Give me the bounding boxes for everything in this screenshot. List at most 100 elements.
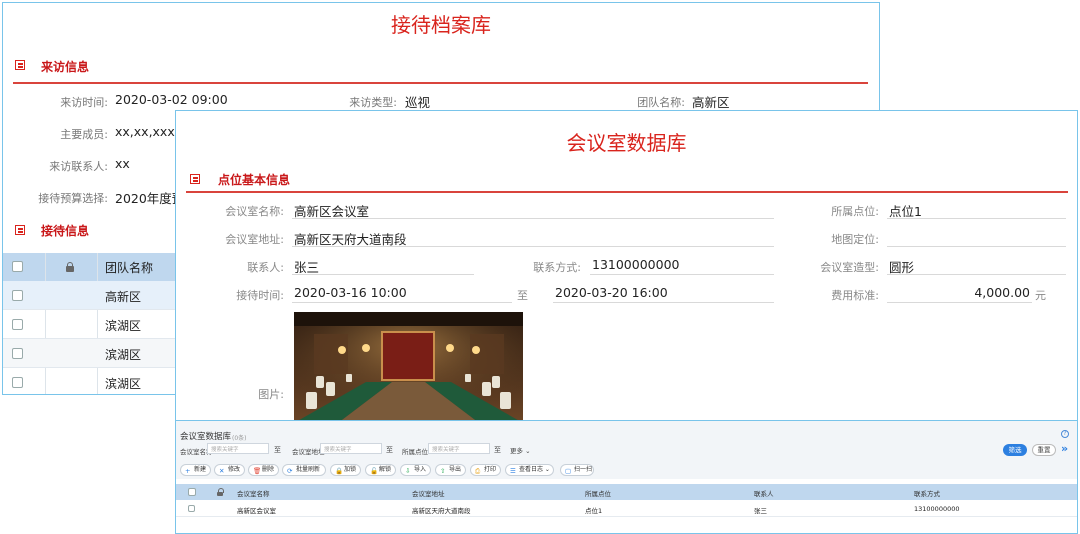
contact-phone-value[interactable]: 13100000000 [592,257,679,272]
plus-icon: + [185,467,191,475]
contact-person-label: 联系人: [247,261,284,274]
filter-location-input[interactable]: 搜索关键字 [428,443,490,454]
section-divider [186,191,1068,193]
members-value[interactable]: xx,xx,xxxx [115,124,182,139]
list-table-header: 会议室名称 会议室地址 所属点位 联系人 联系方式 [176,484,1077,500]
column-header-location[interactable]: 所属点位 [585,488,611,498]
filter-room-name-input[interactable]: 搜索关键字 [207,443,269,454]
table-row[interactable]: 滨湖区 [3,310,183,339]
field-underline [887,246,1066,247]
filter-location-label: 所属点位 [402,448,428,456]
field-underline [292,246,774,247]
reception-section-title: 接待信息 [41,224,90,238]
table-row[interactable]: 高新区 [3,281,183,310]
log-icon: ☰ [510,467,516,475]
help-icon[interactable]: ? [1061,430,1069,438]
table-row[interactable]: 滨湖区 [3,339,183,368]
members-label: 主要成员: [60,128,108,141]
budget-value[interactable]: 2020年度预 [115,188,184,207]
print-button[interactable]: ⎙ 打印 [470,464,501,476]
import-button[interactable]: ⇩ 导入 [400,464,431,476]
budget-label: 接待预算选择: [38,192,108,205]
location-label: 所属点位: [831,205,879,218]
filter-to-label: 至 [386,446,393,454]
visit-time-value[interactable]: 2020-03-02 09:00 [115,92,228,107]
visit-type-label: 来访类型: [349,96,397,109]
column-header-room-address[interactable]: 会议室地址 [412,488,445,498]
fee-unit: 元 [1035,289,1046,302]
column-header-phone[interactable]: 联系方式 [914,488,940,498]
cell-contact: 张三 [754,507,767,515]
reset-button[interactable]: 重置 [1032,444,1056,456]
edit-button[interactable]: ✕ 修改 [214,464,245,476]
fee-value[interactable]: 4,000.00 [889,285,1030,300]
unlock-button[interactable]: 🔓 解锁 [365,464,396,476]
contact-phone-label: 联系方式: [533,261,581,274]
visit-time-label: 来访时间: [60,96,108,109]
team-name-column-header[interactable]: 团队名称 [105,259,153,276]
import-icon: ⇩ [405,467,411,475]
visit-type-value[interactable]: 巡视 [405,92,430,111]
basic-info-section-title: 点位基本信息 [218,173,291,187]
reception-archive-title: 接待档案库 [391,13,491,37]
select-all-checkbox[interactable] [188,488,196,496]
more-filters-toggle[interactable]: 更多 ⌄ [510,445,531,455]
list-count: (0条) [232,435,247,442]
print-icon: ⎙ [475,467,481,475]
section-list-icon [15,225,25,235]
reception-start-time[interactable]: 2020-03-16 10:00 [294,285,407,300]
edit-icon: ✕ [219,467,225,475]
field-underline [590,274,774,275]
row-checkbox[interactable] [12,319,23,330]
filter-room-address-input[interactable]: 搜索关键字 [320,443,382,454]
filter-to-label: 至 [274,446,281,454]
photo-label: 图片: [258,388,284,401]
row-checkbox[interactable] [188,505,195,512]
new-button[interactable]: + 新建 [180,464,211,476]
export-button[interactable]: ⇧ 导出 [435,464,466,476]
lock-icon [66,262,74,272]
meeting-room-photo-image [294,312,523,423]
unlock-icon: 🔓 [370,467,379,475]
room-style-label: 会议室造型: [820,261,879,274]
field-underline [292,302,512,303]
view-log-button[interactable]: ☰ 查看日志 ⌄ [505,464,554,476]
team-name-value[interactable]: 高新区 [692,92,730,111]
table-row[interactable]: 滨湖区 [3,368,183,394]
field-underline [887,218,1066,219]
row-checkbox[interactable] [12,290,23,301]
team-name-label: 团队名称: [637,96,685,109]
row-checkbox[interactable] [12,377,23,388]
reception-end-time[interactable]: 2020-03-20 16:00 [555,285,668,300]
column-header-contact[interactable]: 联系人 [754,488,774,498]
map-location-label: 地图定位: [831,233,879,246]
field-underline [553,302,774,303]
cell-location: 点位1 [585,507,603,515]
scan-button[interactable]: ▢ 扫一扫 [560,464,594,476]
contact-label: 来访联系人: [49,160,108,173]
section-list-icon [15,60,25,70]
team-name-cell: 滨湖区 [105,348,142,362]
contact-value[interactable]: xx [115,156,130,171]
delete-button[interactable]: 🗑 删除 [248,464,279,476]
filter-to-label: 至 [494,446,501,454]
team-name-cell: 滨湖区 [105,319,142,333]
refresh-icon: ⟳ [287,467,293,475]
filter-button[interactable]: 筛选 [1003,444,1027,456]
fee-label: 费用标准: [831,289,879,302]
field-underline [292,218,774,219]
cell-phone: 13100000000 [914,505,960,513]
select-all-checkbox[interactable] [12,261,23,272]
column-header-room-name[interactable]: 会议室名称 [237,488,270,498]
reception-time-label: 接待时间: [236,289,284,302]
section-divider [13,82,868,84]
batch-refresh-button[interactable]: ⟳ 批量刷新 [282,464,326,476]
expand-chevron-icon[interactable]: » [1061,442,1068,455]
section-list-icon [190,174,200,184]
meeting-room-list-panel: 会议室数据库 (0条) ? 会议室名称 搜索关键字 至 会议室地址 搜索关键字 … [175,420,1078,534]
row-checkbox[interactable] [12,348,23,359]
export-icon: ⇧ [440,467,446,475]
range-to-label: 至 [517,289,528,302]
meeting-room-photo[interactable] [294,312,523,423]
lock-button[interactable]: 🔒 加锁 [330,464,361,476]
